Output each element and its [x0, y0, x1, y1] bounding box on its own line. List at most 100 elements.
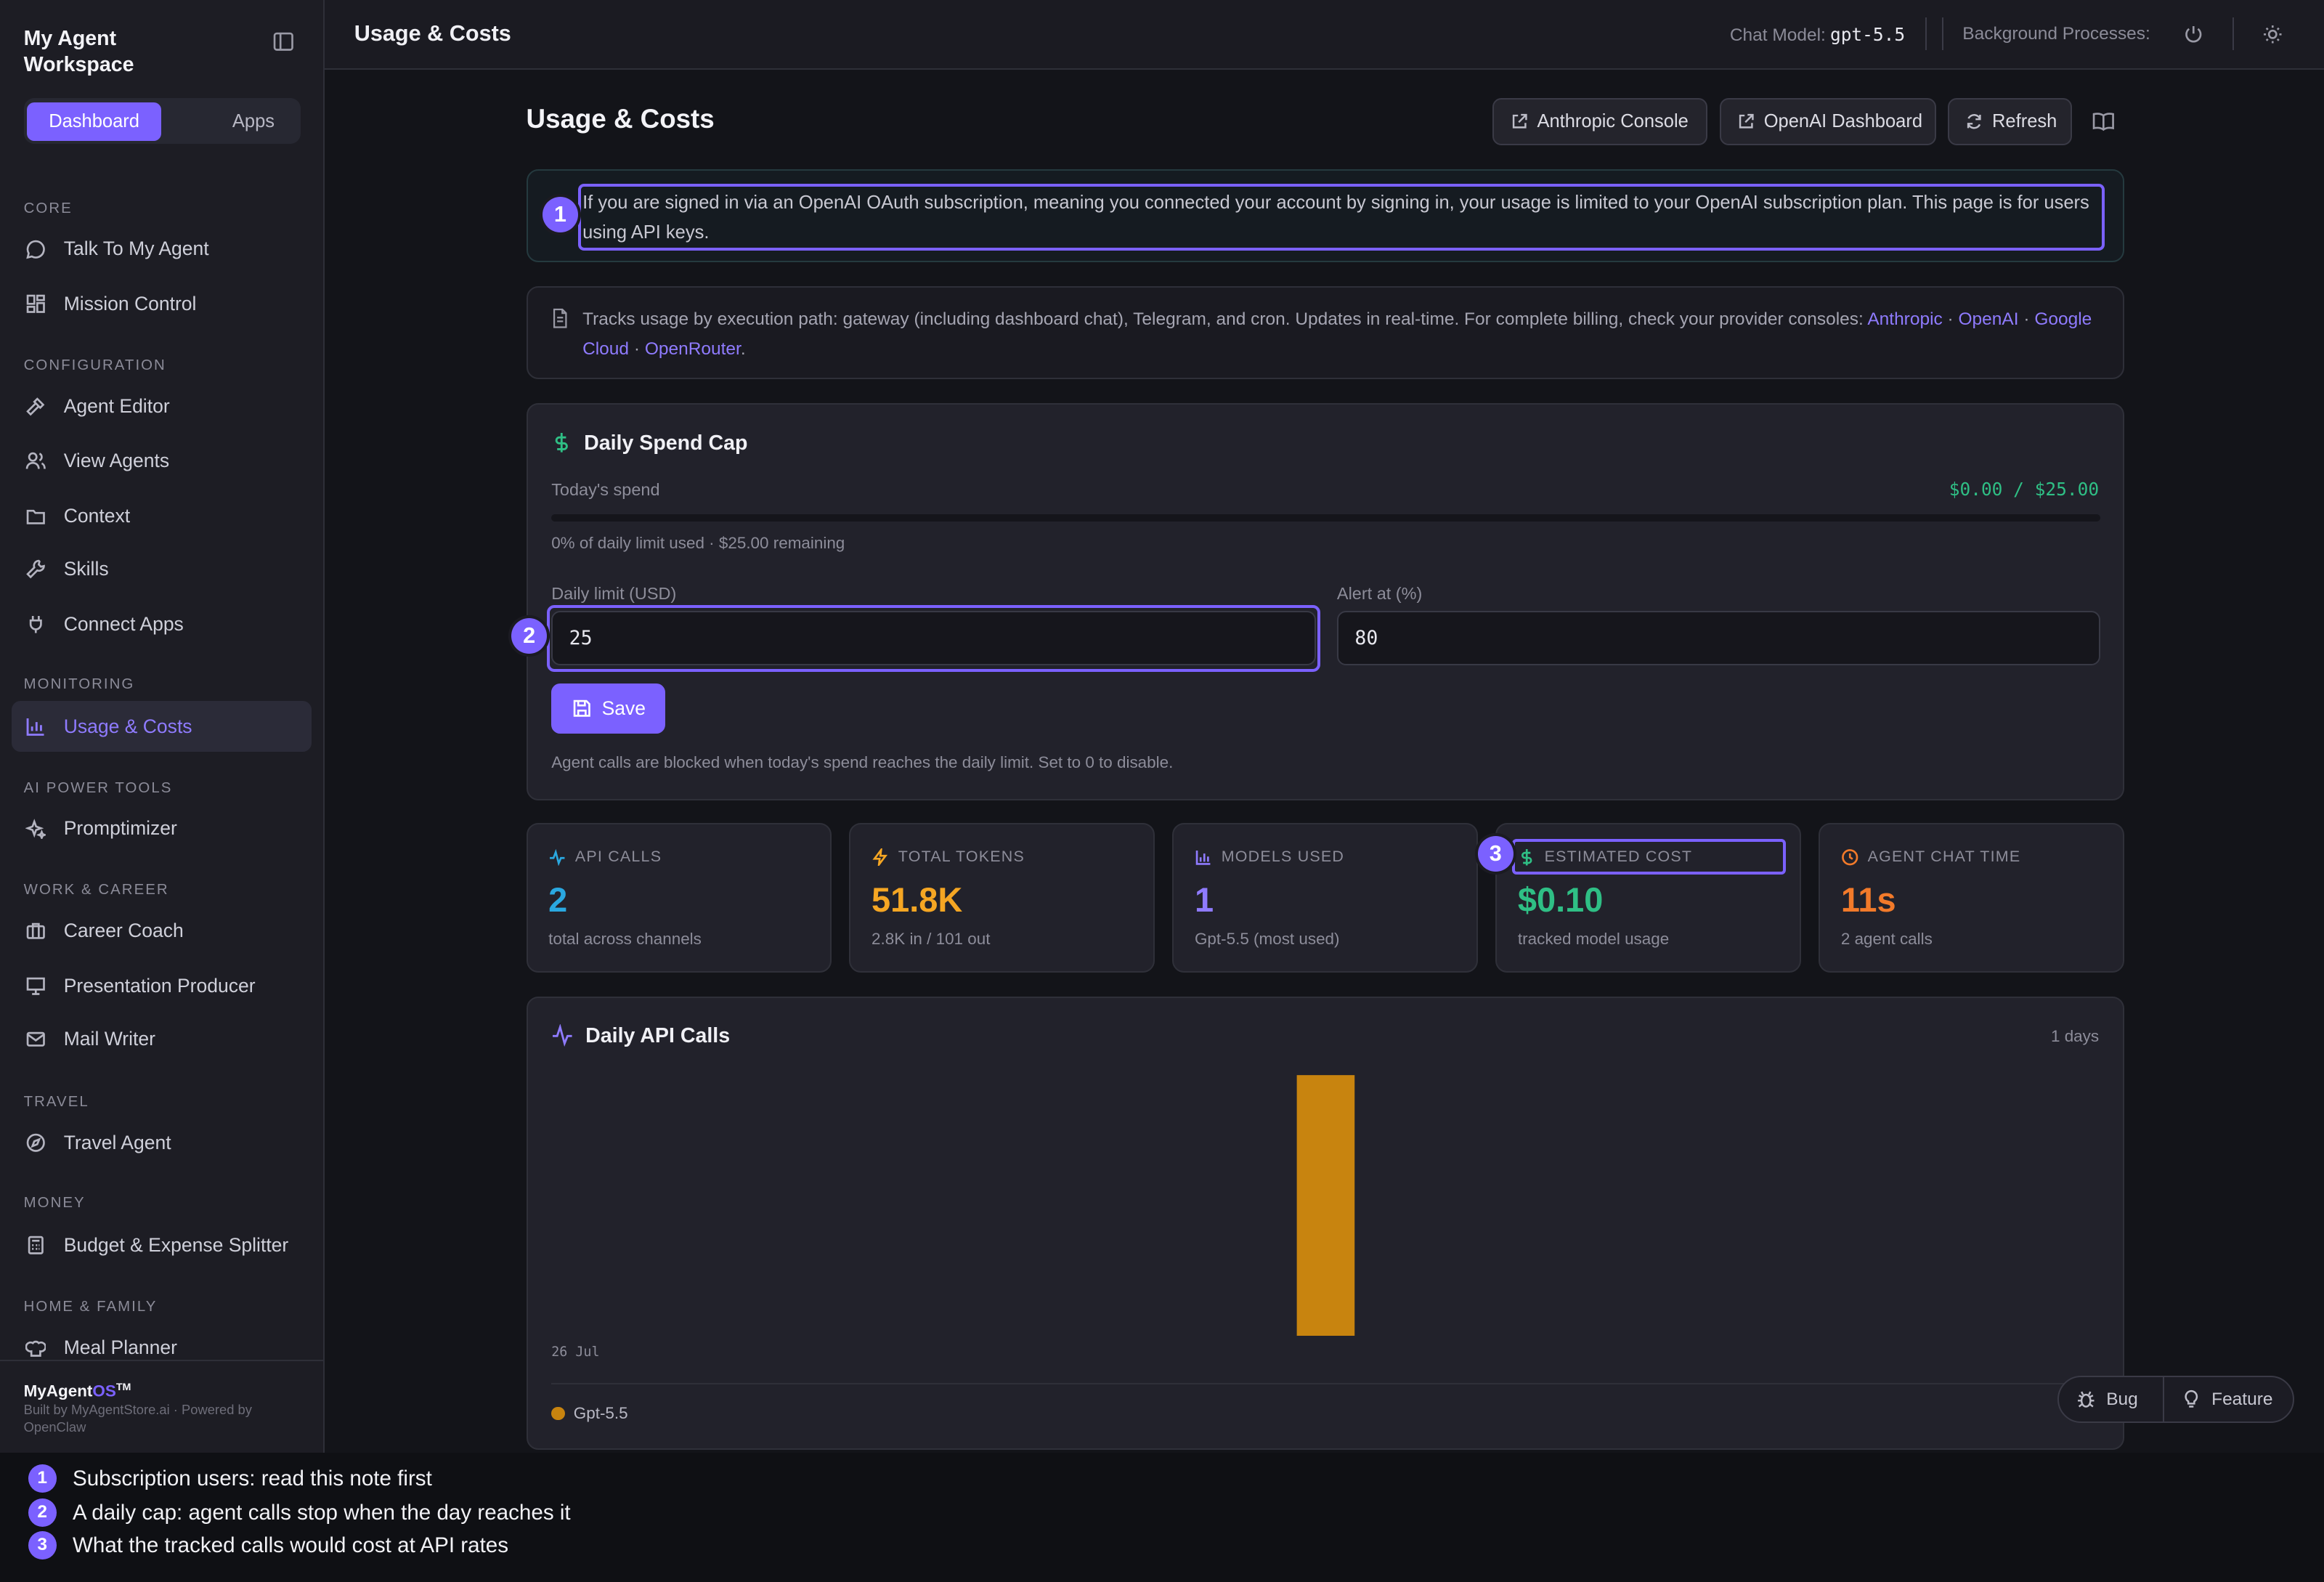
sidebar-item-label: Context: [63, 504, 131, 527]
sidebar-item-agent-editor[interactable]: Agent Editor: [12, 381, 311, 431]
compass-icon: [26, 1134, 45, 1153]
built-by-text: Built by MyAgentStore.ai · Powered by Op…: [23, 1401, 252, 1435]
feature-request-button[interactable]: Feature: [2182, 1377, 2273, 1421]
activity-icon: [553, 1024, 572, 1047]
stat-card-models-used: MODELS USED 1 Gpt-5.5 (most used): [1172, 822, 1478, 973]
sidebar-item-view-agents[interactable]: View Agents: [12, 436, 311, 486]
briefcase-icon: [26, 923, 45, 940]
lightning-icon: [872, 848, 888, 867]
feedback-pill: Bug Feature: [2057, 1376, 2295, 1424]
stat-label: TOTAL TOKENS: [871, 848, 1025, 867]
openai-dashboard-button[interactable]: OpenAI Dashboard: [1719, 97, 1936, 145]
sidebar-item-label: Promptimizer: [63, 817, 177, 840]
sidebar-item-presentation-producer[interactable]: Presentation Producer: [12, 961, 311, 1011]
todays-spend-value: $0.00 / $25.00: [1949, 479, 2100, 500]
alert-percent-input[interactable]: 80: [1336, 610, 2101, 666]
wrench-icon: [25, 560, 45, 579]
sidebar-item-skills[interactable]: Skills: [12, 544, 311, 594]
oauth-subscription-alert: If you are signed in via an OpenAI OAuth…: [526, 169, 2124, 263]
sidebar-item-promptimizer[interactable]: Promptimizer: [12, 803, 311, 853]
sidebar-item-usage-costs[interactable]: Usage & Costs: [12, 701, 312, 752]
section-configuration: CONFIGURATION: [23, 357, 166, 373]
section-ai-power-tools: AI POWER TOOLS: [23, 779, 173, 796]
legend-swatch: [551, 1406, 565, 1420]
stat-subtext: 2.8K in / 101 out: [871, 929, 991, 948]
save-button[interactable]: Save: [551, 683, 666, 734]
tab-dashboard[interactable]: Dashboard: [26, 102, 162, 141]
chat-model-indicator[interactable]: Chat Model: gpt-5.5: [1730, 24, 1905, 46]
mail-icon: [26, 1032, 45, 1047]
spend-cap-title: Daily Spend Cap: [584, 431, 748, 455]
daily-spend-cap-card: Daily Spend Cap Today's spend $0.00 / $2…: [511, 403, 2124, 801]
highlight-box-1: [577, 184, 2105, 251]
chart-plot: [1296, 1074, 1355, 1336]
spend-progress-bar: [551, 514, 2101, 522]
stat-value: 2: [548, 881, 568, 920]
sidebar-item-label: View Agents: [63, 450, 170, 472]
sidebar-item-label: Connect Apps: [63, 612, 184, 635]
annotation-item-3: 3 What the tracked calls would cost at AP…: [28, 1531, 508, 1560]
tracking-info-note: Tracks usage by execution path: gateway …: [526, 285, 2124, 380]
section-work-career: WORK & CAREER: [23, 882, 169, 899]
chart-legend-item: Gpt-5.5: [551, 1404, 628, 1423]
sidebar-item-label: Agent Editor: [63, 394, 170, 417]
external-link-icon: [1512, 113, 1527, 129]
spend-cap-note: Agent calls are blocked when today's spe…: [551, 753, 1174, 771]
document-icon: [553, 309, 567, 329]
chat-bubble-icon: [25, 240, 45, 259]
sidebar-item-mail-writer[interactable]: Mail Writer: [12, 1014, 311, 1064]
section-home-family: HOME & FAMILY: [23, 1298, 158, 1315]
sidebar-item-context[interactable]: Context: [12, 491, 311, 541]
folder-icon: [26, 509, 45, 524]
stat-label: AGENT CHAT TIME: [1841, 848, 2021, 866]
sidebar-item-label: Usage & Costs: [63, 715, 192, 737]
calculator-icon: [28, 1236, 44, 1254]
power-icon[interactable]: [2183, 24, 2204, 45]
sidebar-item-budget-expense-splitter[interactable]: Budget & Expense Splitter: [12, 1220, 311, 1270]
bar-chart-icon: [1195, 850, 1211, 865]
workspace-title: My Agent Workspace: [23, 26, 134, 77]
brand-logo: MyAgentOSTM: [23, 1382, 131, 1400]
presentation-icon: [26, 977, 45, 995]
anthropic-link[interactable]: Anthropic: [1867, 309, 1942, 329]
chart-bar: [1296, 1074, 1355, 1336]
todays-spend-label: Today's spend: [551, 480, 660, 500]
sidebar-item-label: Budget & Expense Splitter: [63, 1233, 289, 1256]
hammer-icon: [25, 397, 45, 416]
clock-icon: [1841, 848, 1858, 866]
sidebar-item-career-coach[interactable]: Career Coach: [12, 906, 311, 956]
daily-limit-label: Daily limit (USD): [551, 584, 677, 604]
activity-icon: [550, 848, 565, 867]
anthropic-console-button[interactable]: Anthropic Console: [1492, 97, 1708, 145]
stat-label: API CALLS: [548, 848, 662, 867]
tab-apps[interactable]: Apps: [187, 102, 320, 141]
stat-value: 51.8K: [871, 881, 963, 920]
highlight-box-2: [547, 604, 1321, 672]
sidebar-toggle-icon[interactable]: [273, 31, 294, 52]
background-processes-label: Background Processes:: [1962, 23, 2150, 44]
sidebar-item-connect-apps[interactable]: Connect Apps: [12, 599, 311, 649]
section-core: CORE: [23, 200, 73, 216]
highlight-box-3: [1511, 839, 1787, 875]
save-icon: [573, 700, 590, 718]
refresh-button[interactable]: Refresh: [1947, 97, 2073, 145]
stat-value: $0.10: [1517, 881, 1604, 920]
sidebar-item-label: Mission Control: [63, 292, 197, 315]
book-icon[interactable]: [2092, 111, 2116, 132]
page-title: Usage & Costs: [526, 103, 715, 134]
openai-link[interactable]: OpenAI: [1959, 309, 2019, 329]
theme-toggle-icon[interactable]: [2262, 24, 2283, 45]
sidebar-item-travel-agent[interactable]: Travel Agent: [12, 1118, 311, 1168]
view-switcher: Dashboard Apps: [23, 97, 301, 144]
alert-percent-label: Alert at (%): [1336, 584, 1423, 604]
section-money: MONEY: [23, 1195, 86, 1212]
section-monitoring: MONITORING: [23, 676, 135, 692]
sidebar-item-talk-to-my-agent[interactable]: Talk To My Agent: [12, 224, 311, 274]
sidebar-item-mission-control[interactable]: Mission Control: [12, 279, 311, 329]
daily-api-calls-card: Daily API Calls 1 days 26 Jul Gpt-5.5: [526, 996, 2124, 1451]
grid-icon: [26, 294, 45, 313]
openrouter-link[interactable]: OpenRouter: [645, 339, 741, 359]
bug-report-button[interactable]: Bug: [2076, 1377, 2138, 1421]
stat-card-estimated-cost: ESTIMATED COST 3 $0.10 tracked model usa…: [1477, 822, 1801, 973]
refresh-icon: [1967, 114, 1981, 129]
